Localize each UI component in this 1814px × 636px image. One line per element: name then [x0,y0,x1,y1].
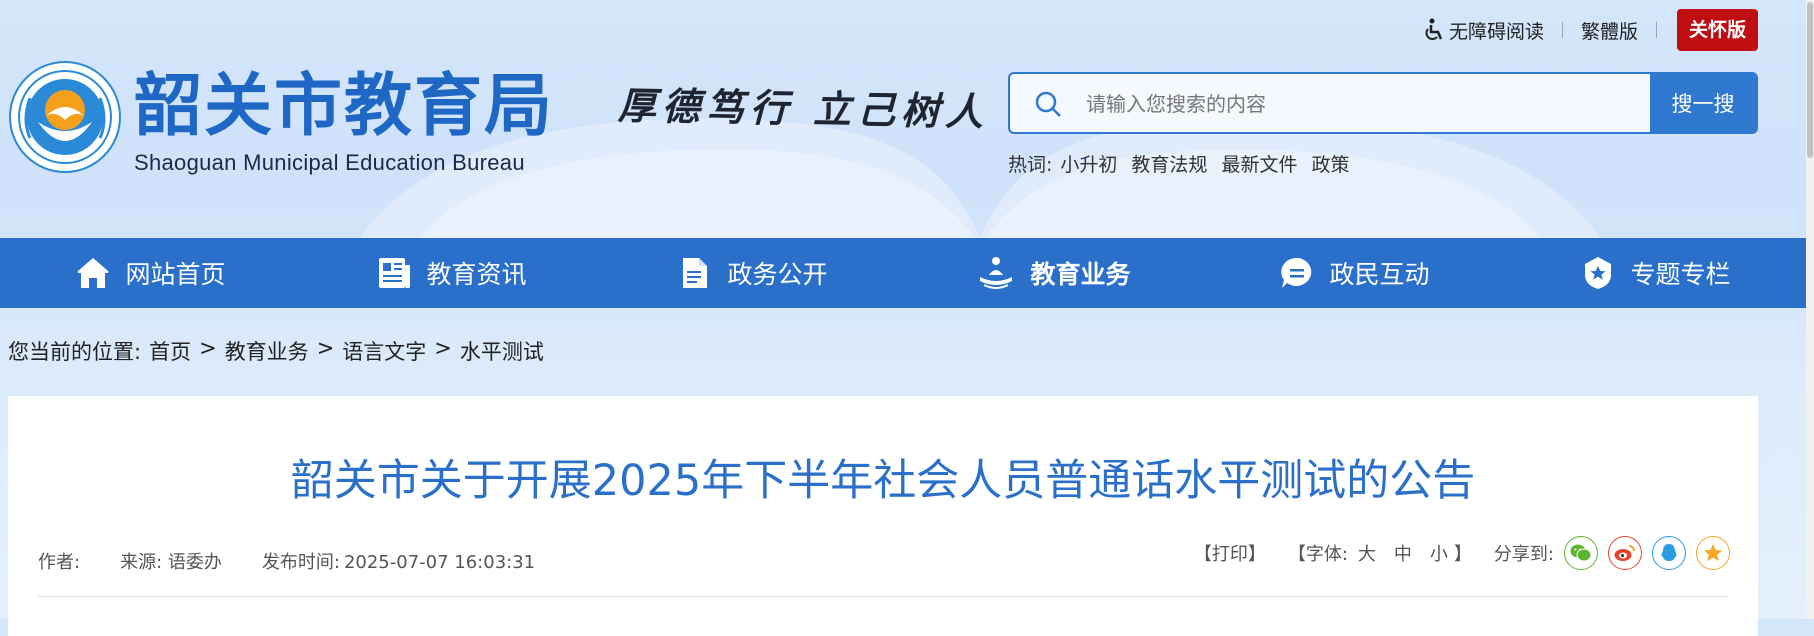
nav-item-news[interactable]: 教育资讯 [301,238,602,308]
accessibility-link[interactable]: 无障碍阅读 [1405,17,1562,44]
print-button[interactable]: 【打印】 [1194,540,1266,566]
care-mode-button[interactable]: 关怀版 [1676,9,1758,51]
search-icon [1035,91,1061,117]
site-name-cn[interactable]: 韶关市教育局 [134,66,554,146]
chat-icon [1281,257,1312,288]
share-label: 分享到: [1493,544,1554,565]
nav-label: 专题专栏 [1630,260,1731,289]
nav-label: 政务公开 [727,260,828,289]
author-label: 作者: [38,552,81,573]
home-icon [78,258,109,288]
article-title: 韶关市关于开展2025年下半年社会人员普通话水平测试的公告 [290,456,1476,506]
font-size-close: 】 [1453,544,1472,565]
divider [1655,22,1657,38]
nav-label: 教育资讯 [426,260,527,289]
breadcrumb-separator: > [199,336,217,360]
search-button[interactable]: 搜一搜 [1650,74,1756,132]
breadcrumb-separator: > [316,336,335,360]
news-icon [379,258,411,288]
publish-time: 发布时间: 2025-07-07 16:03:31 [262,548,535,574]
breadcrumb-link-education-business[interactable]: 教育业务 [225,336,309,366]
share-qq-button[interactable] [1652,536,1686,570]
header: 无障碍阅读 繁體版 关怀版 韶关市教育局 Shaoguan Municipal … [0,0,1814,238]
topic-icon [1585,257,1612,289]
weibo-icon [1614,545,1635,561]
nav-label: 教育业务 [1030,260,1131,289]
main-nav: 网站首页 教育资讯 政务公开 教育业务 政民互动 专题专栏 [0,238,1806,308]
search-input[interactable] [1084,74,1648,132]
font-size-large[interactable]: 大 [1358,540,1376,566]
qzone-icon [1704,544,1722,561]
hot-word-link[interactable]: 政策 [1311,150,1349,177]
search-box: 搜一搜 [1008,72,1758,134]
font-size-small[interactable]: 小 [1430,540,1448,566]
breadcrumb: 您当前的位置: 首页 > 教育业务 > 语言文字 > 水平测试 [8,336,544,366]
font-size-medium[interactable]: 中 [1394,540,1412,566]
nav-item-special-topics[interactable]: 专题专栏 [1505,238,1806,308]
share-wechat-button[interactable] [1564,536,1598,570]
nav-label: 网站首页 [125,260,226,289]
nav-item-interaction[interactable]: 政民互动 [1204,238,1505,308]
top-utility-bar: 无障碍阅读 繁體版 关怀版 [1405,8,1758,52]
source-label: 来源: 语委办 [120,552,222,573]
article-card: 韶关市关于开展2025年下半年社会人员普通话水平测试的公告 作者: 来源: 语委… [8,396,1758,636]
share-qzone-button[interactable] [1696,536,1730,570]
article-tools: 【打印】 【字体: 大 中 小 】 分享到: [1194,536,1730,570]
bureau-logo[interactable] [8,60,122,174]
document-icon [683,258,708,288]
hot-word-link[interactable]: 教育法规 [1131,150,1207,177]
education-icon [980,257,1013,289]
hot-word-link[interactable]: 最新文件 [1221,150,1297,177]
breadcrumb-label: 您当前的位置: [8,340,142,364]
share-weibo-button[interactable] [1608,536,1642,570]
motto-calligraphy: 厚德笃行 立己树人 [617,82,990,135]
qq-icon [1661,544,1677,561]
site-name-en: Shaoguan Municipal Education Bureau [134,150,525,175]
wechat-icon [1570,544,1592,562]
scrollbar[interactable] [1806,0,1814,619]
hot-words-label: 热词: [1008,154,1053,176]
nav-item-government-affairs[interactable]: 政务公开 [602,238,903,308]
hot-words: 热词: 小升初 教育法规 最新文件 政策 [1008,150,1349,177]
traditional-chinese-link[interactable]: 繁體版 [1563,17,1656,44]
breadcrumb-link-language[interactable]: 语言文字 [342,336,426,366]
nav-item-education-business[interactable]: 教育业务 [903,238,1204,308]
meta-divider [38,596,1728,597]
article-meta: 作者: 来源: 语委办 发布时间: 2025-07-07 16:03:31 [38,548,575,574]
scrollbar-thumb[interactable] [1807,2,1813,158]
breadcrumb-link-proficiency-test[interactable]: 水平测试 [460,336,544,366]
breadcrumb-separator: > [434,336,452,360]
hot-word-link[interactable]: 小升初 [1060,150,1117,177]
font-size-label: 【字体: [1287,544,1348,565]
accessibility-icon [1425,18,1443,40]
breadcrumb-link-home[interactable]: 首页 [149,336,191,366]
accessibility-label: 无障碍阅读 [1448,20,1544,43]
publish-time-label: 发布时间: [261,552,340,573]
nav-label: 政民互动 [1329,260,1430,289]
nav-item-home[interactable]: 网站首页 [0,238,301,308]
publish-time-value: 2025-07-07 16:03:31 [343,552,536,573]
